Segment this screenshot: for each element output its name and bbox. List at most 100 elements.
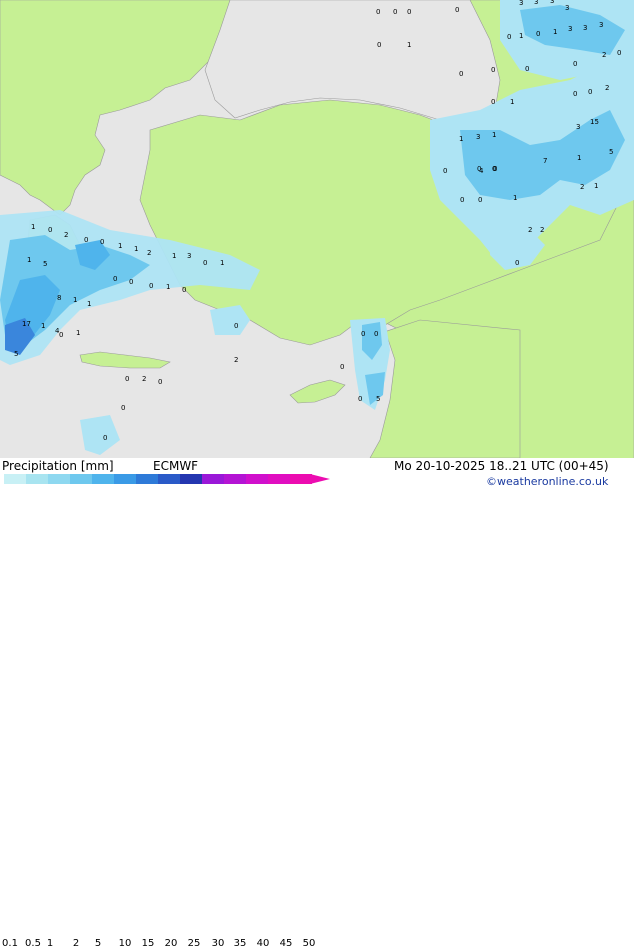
precipitation-value: 0 (361, 330, 365, 338)
precipitation-value: 1 (76, 329, 80, 337)
scale-swatch (180, 474, 202, 484)
precipitation-value: 1 (73, 296, 77, 304)
precipitation-value: 0 (234, 322, 238, 330)
scale-tick-label: 5 (94, 938, 102, 949)
precipitation-value: 0 (617, 49, 621, 57)
precipitation-value: 0 (525, 65, 529, 73)
scale-tick-label: 2 (72, 938, 80, 949)
precipitation-value: 0 (443, 167, 447, 175)
precipitation-value: 15 (590, 118, 599, 126)
precipitation-value: 0 (573, 90, 577, 98)
precipitation-value: 1 (519, 32, 523, 40)
precipitation-value: 0 (377, 41, 381, 49)
precipitation-value: 3 (565, 4, 569, 12)
scale-tick-label: 45 (279, 938, 293, 949)
scale-swatch (158, 474, 180, 484)
precipitation-value: 1 (87, 300, 91, 308)
precipitation-value: 1 (459, 135, 463, 143)
precipitation-value: 17 (22, 320, 31, 328)
precipitation-value: 0 (340, 363, 344, 371)
scale-tick-label: 25 (187, 938, 201, 949)
precipitation-value: 5 (43, 260, 47, 268)
precipitation-value: 0 (203, 259, 207, 267)
precipitation-value: 3 (576, 123, 580, 131)
scale-swatch (136, 474, 158, 484)
precipitation-value: 0 (358, 395, 362, 403)
precipitation-map: 0 0 0 03 3 330 1 0 1 3 3 30 10002 000 00 121537 151 3 1120… (0, 0, 634, 458)
precipitation-value: 0 (507, 33, 511, 41)
precipitation-value: 3 (568, 25, 572, 33)
scale-swatch (268, 474, 290, 484)
precipitation-value: 0 (113, 275, 117, 283)
precipitation-value: 0 (48, 226, 52, 234)
precipitation-value: 1 (577, 154, 581, 162)
precipitation-value: 1 (41, 322, 45, 330)
precipitation-value: 0 (459, 70, 463, 78)
scale-tick-label: 0.5 (25, 938, 41, 949)
precipitation-value: 0 (491, 98, 495, 106)
scale-arrow-icon (310, 474, 330, 484)
scale-swatch (48, 474, 70, 484)
precipitation-value: 2 (528, 226, 532, 234)
legend-bar: Precipitation [mm] ECMWF Mo 20-10-2025 1… (0, 458, 634, 949)
scale-swatch (224, 474, 246, 484)
credit-link[interactable]: ©weatheronline.co.uk (486, 475, 608, 488)
scale-swatch (26, 474, 48, 484)
precipitation-value: 0 (492, 165, 496, 173)
precipitation-value: 0 (536, 30, 540, 38)
scale-tick-label: 40 (256, 938, 270, 949)
precipitation-value: 1 (594, 182, 598, 190)
precipitation-value: 0 (100, 238, 104, 246)
scale-tick-label: 50 (302, 938, 316, 949)
precipitation-value: 0 (121, 404, 125, 412)
scale-swatch (246, 474, 268, 484)
precipitation-value: 0 (573, 60, 577, 68)
precipitation-value: 0 (455, 6, 459, 14)
precipitation-value: 0 (478, 196, 482, 204)
precipitation-value: 0 (393, 8, 397, 16)
precipitation-value: 3 (550, 0, 554, 5)
precipitation-value: 2 (605, 84, 609, 92)
precipitation-value: 3 (599, 21, 603, 29)
precipitation-value: 1 (510, 98, 514, 106)
precipitation-value: 0 (491, 66, 495, 74)
precipitation-value: 8 (57, 294, 61, 302)
model-name: ECMWF (153, 459, 199, 473)
precipitation-value: 2 (234, 356, 238, 364)
scale-swatch (290, 474, 312, 484)
scale-tick-label: 15 (141, 938, 155, 949)
precipitation-value: 0 (84, 236, 88, 244)
precipitation-value: 3 (519, 0, 523, 7)
scale-swatch (4, 474, 26, 484)
precipitation-value: 0 (59, 331, 63, 339)
precipitation-value: 0 (407, 8, 411, 16)
precipitation-value: 1 (220, 259, 224, 267)
scale-tick-label: 35 (233, 938, 247, 949)
precipitation-value: 3 (534, 0, 538, 6)
precipitation-value: 0 (125, 375, 129, 383)
scale-swatch (202, 474, 224, 484)
precipitation-value: 3 (187, 252, 191, 260)
precipitation-value: 3 (583, 24, 587, 32)
precipitation-value: 0 (460, 196, 464, 204)
precipitation-value: 3 (476, 133, 480, 141)
precipitation-value: 1 (553, 28, 557, 36)
scale-tick-label: 1 (46, 938, 54, 949)
scale-tick-label: 0.1 (2, 938, 18, 949)
precipitation-value: 2 (64, 231, 68, 239)
precipitation-value: 0 (588, 88, 592, 96)
precipitation-value: 2 (602, 51, 606, 59)
scale-swatch (70, 474, 92, 484)
precipitation-value: 1 (118, 242, 122, 250)
precipitation-value: 5 (609, 148, 613, 156)
precipitation-value: 1 (134, 245, 138, 253)
precipitation-value: 1 (513, 194, 517, 202)
precipitation-value: 4 (479, 167, 484, 175)
scale-swatch (92, 474, 114, 484)
precipitation-value: 1 (166, 283, 170, 291)
precipitation-value: 7 (543, 157, 547, 165)
scale-tick-label: 10 (118, 938, 132, 949)
precipitation-value: 2 (540, 226, 544, 234)
color-scale (4, 474, 330, 484)
precipitation-value: 0 (182, 286, 186, 294)
